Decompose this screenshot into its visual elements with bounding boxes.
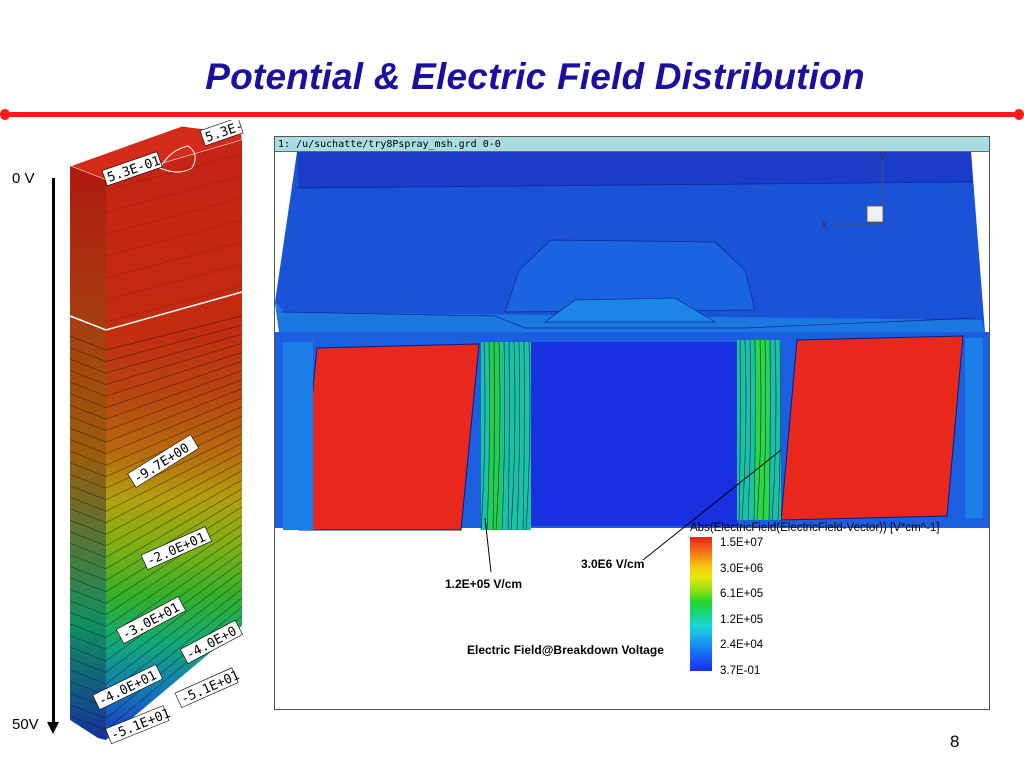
voltage-bottom-label: 50V: [12, 716, 39, 733]
axis-x-label: X: [821, 220, 828, 231]
divider-right-dot: [1014, 109, 1024, 120]
voltage-top-label: 0 V: [12, 170, 35, 187]
field-plot-header: 1: /u/suchatte/try8Pspray_msh.grd 0-0: [275, 137, 989, 152]
legend-value-2: 3.0E+06: [720, 563, 764, 575]
field-plot-svg: Y X: [275, 152, 989, 573]
legend-colorbar: [690, 537, 712, 671]
breakdown-caption: Electric Field@Breakdown Voltage: [467, 643, 664, 657]
legend-value-5: 2.4E+04: [720, 639, 764, 651]
high-field-annotation: 3.0E6 V/cm: [581, 557, 645, 571]
legend-value-4: 1.2E+05: [720, 614, 764, 626]
page-number: 8: [950, 732, 960, 751]
low-field-annotation: 1.2E+05 V/cm: [445, 577, 523, 591]
legend-value-6: 3.7E-01: [720, 665, 761, 677]
legend-title: Abs(ElectricField(ElectricField-Vector))…: [690, 522, 940, 534]
voltage-arrow-line: [52, 178, 55, 726]
potential-column-svg: 5.3E-01 5.3E- -9.7E+00 -2.0E+01 -3.0E+01…: [68, 117, 245, 745]
field-plot-panel: 1: /u/suchatte/try8Pspray_msh.grd 0-0 Y …: [274, 136, 990, 710]
potential-column-figure: 5.3E-01 5.3E- -9.7E+00 -2.0E+01 -3.0E+01…: [62, 117, 246, 749]
divider-left-dot: [0, 109, 10, 120]
legend-value-1: 1.5E+07: [720, 537, 764, 549]
title-divider: [6, 112, 1018, 117]
legend-value-3: 6.1E+05: [720, 588, 764, 600]
voltage-arrow-head: [47, 722, 59, 734]
axis-y-label: Y: [879, 152, 886, 163]
slide-title: Potential & Electric Field Distribution: [205, 56, 865, 97]
